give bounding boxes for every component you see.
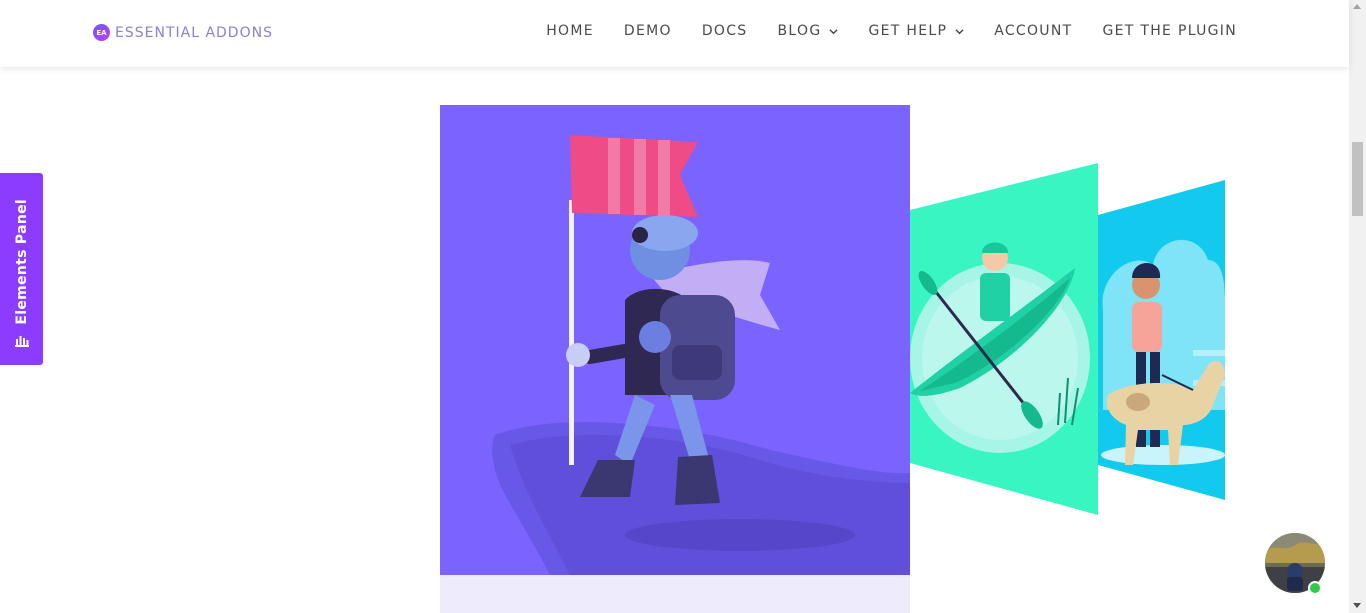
nav-item-label: GET HELP (868, 23, 948, 39)
logo-icon: EA (93, 24, 110, 41)
online-status-indicator (1308, 581, 1322, 595)
main-nav: HOME DEMO DOCS BLOG GET HELP ACCOUNT GET… (546, 23, 1237, 39)
site-header: EA ESSENTIAL ADDONS HOME DEMO DOCS BLOG … (0, 0, 1349, 67)
elements-panel-label: Elements Panel (13, 199, 30, 325)
bar-chart-icon (14, 336, 29, 347)
nav-item-account[interactable]: ACCOUNT (994, 23, 1072, 39)
kayak-illustration-art (910, 163, 1098, 593)
nav-item-docs[interactable]: DOCS (702, 23, 748, 39)
nav-item-label: ACCOUNT (994, 23, 1073, 39)
page: EA ESSENTIAL ADDONS HOME DEMO DOCS BLOG … (0, 0, 1366, 613)
chevron-down-icon (829, 28, 839, 34)
hiker-illustration-art (492, 135, 910, 575)
chevron-down-icon (955, 28, 964, 34)
page-scrollbar[interactable] (1349, 0, 1366, 613)
nav-item-home[interactable]: HOME (546, 23, 594, 39)
nav-item-label: GET THE PLUGIN (1102, 23, 1237, 39)
dog-walk-illustration-art (1098, 180, 1226, 540)
nav-item-get-help[interactable]: GET HELP (868, 23, 964, 39)
nav-item-demo[interactable]: DEMO (624, 23, 672, 39)
nav-item-label: HOME (546, 23, 594, 39)
nav-item-blog[interactable]: BLOG (778, 23, 839, 39)
logo-text: ESSENTIAL ADDONS (115, 24, 273, 41)
kayaker-illustration (910, 163, 1098, 593)
scroll-down-arrow-icon[interactable] (1353, 603, 1361, 608)
nav-item-label: DEMO (623, 23, 672, 39)
nav-item-get-the-plugin[interactable]: GET THE PLUGIN (1102, 23, 1237, 39)
scroll-up-arrow-icon[interactable] (1353, 4, 1361, 9)
elements-panel-tab[interactable]: Elements Panel (0, 173, 43, 365)
nav-item-label: BLOG (777, 23, 822, 39)
scrollbar-thumb[interactable] (1352, 142, 1363, 216)
hiker-with-flag-illustration (440, 105, 910, 575)
site-logo[interactable]: EA ESSENTIAL ADDONS (93, 24, 273, 41)
person-walking-dog-illustration (1098, 180, 1226, 540)
nav-item-label: DOCS (701, 23, 748, 39)
hero-caption-strip (440, 575, 910, 613)
